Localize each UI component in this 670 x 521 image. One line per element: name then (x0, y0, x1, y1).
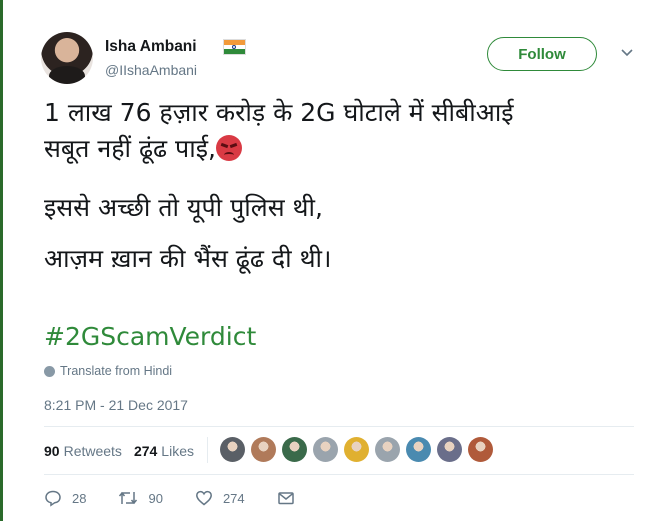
hashtag-link[interactable]: #2GScamVerdict (44, 322, 256, 351)
heart-icon (195, 490, 212, 506)
retweets-label[interactable]: Retweets (64, 443, 122, 459)
tweet-actions: 28 90 274 (44, 487, 337, 509)
like-button[interactable]: 274 (195, 489, 245, 507)
tweet-line-4: आज़म ख़ान की भैंस ढूंढ दी थी। (44, 244, 332, 273)
tweet-header: Isha Ambani @IIshaAmbani Follow (41, 29, 641, 85)
avatar-icon[interactable] (220, 437, 245, 462)
follow-button[interactable]: Follow (487, 37, 597, 71)
default-avatar-icon[interactable] (375, 437, 400, 462)
avatar-icon[interactable] (406, 437, 431, 462)
profile-avatar[interactable] (41, 32, 93, 84)
divider (44, 426, 634, 427)
retweet-icon (119, 491, 138, 505)
retweet-count: 90 (148, 490, 163, 506)
tweet-text: 1 लाख 76 हज़ार करोड़ के 2G घोटाले में सी… (44, 95, 644, 277)
retweets-count[interactable]: 90 (44, 443, 60, 459)
chevron-down-icon[interactable] (619, 45, 635, 61)
message-button[interactable] (277, 489, 305, 507)
retweet-button[interactable]: 90 (118, 489, 163, 507)
divider (207, 437, 208, 463)
reply-icon (45, 490, 61, 507)
avatar-icon[interactable] (282, 437, 307, 462)
avatar-icon[interactable] (251, 437, 276, 462)
india-flag-icon (223, 39, 246, 55)
tweet-timestamp[interactable]: 8:21 PM - 21 Dec 2017 (44, 397, 188, 413)
default-avatar-icon[interactable] (313, 437, 338, 462)
divider (44, 474, 634, 475)
avatar-icon[interactable] (344, 437, 369, 462)
translate-link[interactable]: Translate from Hindi (44, 364, 172, 378)
reply-count: 28 (72, 490, 87, 506)
tweet-line-2: सबूत नहीं ढूंढ पाई, (44, 134, 216, 163)
user-handle[interactable]: @IIshaAmbani (105, 62, 197, 78)
liker-avatars (207, 437, 493, 463)
avatar-icon[interactable] (437, 437, 462, 462)
window-edge (0, 0, 3, 521)
likes-count[interactable]: 274 (134, 443, 157, 459)
angry-face-icon (215, 135, 242, 161)
avatar-icon[interactable] (468, 437, 493, 462)
tweet-line-1: 1 लाख 76 हज़ार करोड़ के 2G घोटाले में सी… (44, 98, 514, 127)
engagement-stats: 90 Retweets 274 Likes (44, 436, 206, 466)
envelope-icon (277, 492, 294, 505)
reply-button[interactable]: 28 (44, 489, 86, 507)
like-count: 274 (222, 490, 245, 506)
likes-label[interactable]: Likes (161, 443, 194, 459)
display-name[interactable]: Isha Ambani (105, 38, 197, 56)
translate-label[interactable]: Translate from Hindi (60, 364, 172, 378)
globe-icon (44, 365, 55, 377)
tweet-line-3: इससे अच्छी तो यूपी पुलिस थी, (44, 193, 323, 222)
